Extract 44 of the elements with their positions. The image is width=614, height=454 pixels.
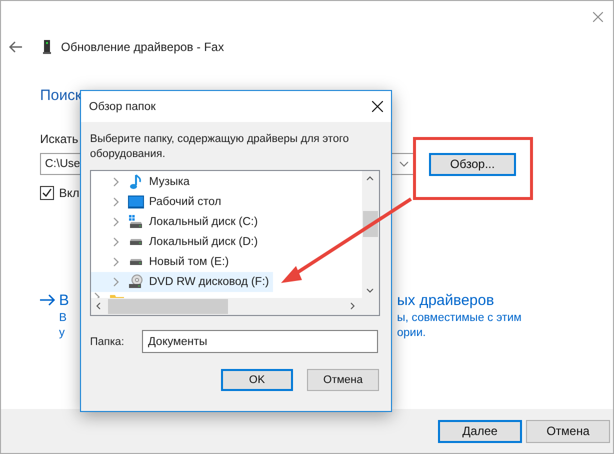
page-heading: Поиск	[40, 87, 82, 104]
hard-drive-icon	[128, 238, 144, 246]
close-icon[interactable]	[372, 101, 383, 112]
dialog-instruction: Выберите папку, содержащую драйверы для этого оборудования.	[90, 132, 350, 162]
tree-item[interactable]: Музыка	[91, 172, 194, 192]
scroll-left-icon[interactable]	[96, 302, 101, 310]
tree-item[interactable]: DVD RW дисковод (F:)	[91, 272, 273, 292]
link-description: у	[59, 326, 65, 338]
system-drive-icon	[128, 214, 144, 230]
folder-field[interactable]: Документы	[142, 330, 378, 353]
music-note-icon	[128, 174, 144, 190]
dialog-button[interactable]: OK	[221, 369, 293, 391]
link-description: ы, совместимые с этим	[397, 312, 522, 324]
subfolders-checkbox[interactable]	[40, 186, 54, 200]
link-title[interactable]: ых драйверов	[397, 292, 494, 308]
window-title: Обновление драйверов - Fax	[61, 40, 224, 54]
tree-item[interactable]: Локальный диск (D:)	[91, 232, 262, 252]
horizontal-scrollbar[interactable]	[91, 298, 379, 315]
dialog-title: Обзор папок	[89, 100, 156, 112]
dropdown-chevron-icon[interactable]	[399, 161, 409, 167]
wizard-button[interactable]: Далее	[438, 420, 522, 442]
checkbox-label: Вкл	[59, 186, 80, 200]
link-description: В	[59, 312, 67, 324]
folder-label: Папка:	[90, 336, 126, 348]
monitor-icon	[128, 194, 144, 210]
tree-item[interactable]: Новый том (E:)	[91, 252, 233, 272]
wizard-button[interactable]: Отмена	[526, 420, 610, 442]
scroll-down-icon[interactable]	[366, 288, 374, 293]
link-description: ории.	[397, 326, 426, 338]
hard-drive-icon	[128, 258, 144, 266]
search-label: Искать	[40, 132, 78, 146]
tree-item[interactable]: Локальный диск (C:)	[91, 212, 262, 232]
back-arrow-icon[interactable]	[9, 41, 23, 53]
scroll-up-icon[interactable]	[366, 176, 374, 181]
arrow-right-icon	[40, 294, 56, 306]
browse-button[interactable]: Обзор...	[429, 152, 516, 176]
vertical-scrollbar[interactable]	[362, 171, 379, 298]
scroll-thumb[interactable]	[108, 299, 228, 314]
dialog-button[interactable]: Отмена	[307, 369, 379, 391]
optical-drive-icon	[128, 274, 144, 290]
link-title[interactable]: В	[59, 292, 70, 308]
tree-item[interactable]: Рабочий стол	[91, 192, 226, 212]
device-icon	[43, 40, 51, 54]
scroll-right-icon[interactable]	[350, 302, 355, 310]
